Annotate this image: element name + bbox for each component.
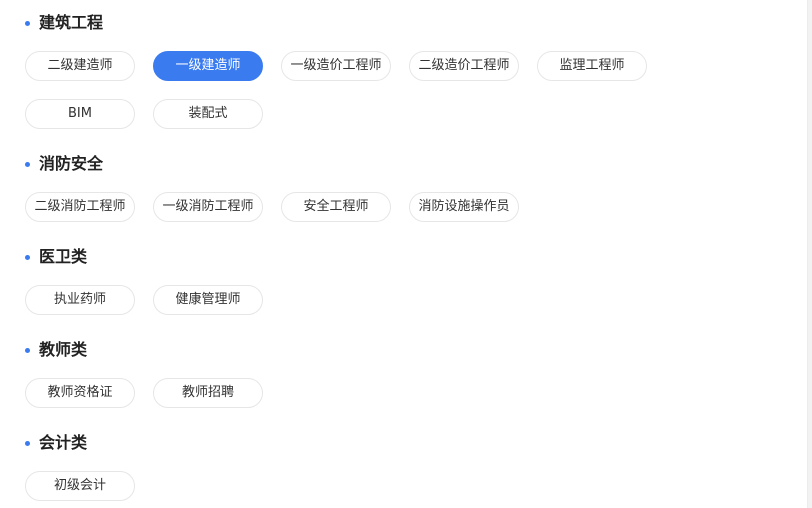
bullet-dot-icon [25, 20, 30, 26]
section-title-text: 消防安全 [39, 154, 104, 173]
bullet-dot-icon [25, 254, 30, 260]
section-title-text: 会计类 [39, 433, 88, 452]
chip-item[interactable]: 一级建造师 [153, 51, 263, 81]
chip-item[interactable]: 教师资格证 [25, 378, 135, 408]
section-title: 教师类 [25, 338, 87, 362]
chip-item[interactable]: 执业药师 [25, 285, 135, 315]
chip-item[interactable]: BIM [25, 99, 135, 129]
section-title-text: 建筑工程 [39, 13, 104, 32]
section-title-text: 医卫类 [39, 247, 88, 266]
section-title: 建筑工程 [25, 11, 103, 35]
chip-item[interactable]: 二级造价工程师 [409, 51, 519, 81]
section-title: 消防安全 [25, 152, 103, 176]
chip-item[interactable]: 初级会计 [25, 471, 135, 501]
chip-item[interactable]: 装配式 [153, 99, 263, 129]
chip-item[interactable]: 一级消防工程师 [153, 192, 263, 222]
chip-item[interactable]: 二级消防工程师 [25, 192, 135, 222]
chip-item[interactable]: 二级建造师 [25, 51, 135, 81]
bullet-dot-icon [25, 161, 30, 167]
chip-item[interactable]: 安全工程师 [281, 192, 391, 222]
chip-item[interactable]: 教师招聘 [153, 378, 263, 408]
chip-item[interactable]: 监理工程师 [537, 51, 647, 81]
section-title: 会计类 [25, 431, 87, 455]
section-title: 医卫类 [25, 245, 87, 269]
scrollbar-track[interactable] [807, 0, 812, 508]
section-title-text: 教师类 [39, 340, 88, 359]
chip-item[interactable]: 消防设施操作员 [409, 192, 519, 222]
chip-item[interactable]: 一级造价工程师 [281, 51, 391, 81]
bullet-dot-icon [25, 440, 30, 446]
chip-item[interactable]: 健康管理师 [153, 285, 263, 315]
bullet-dot-icon [25, 347, 30, 353]
